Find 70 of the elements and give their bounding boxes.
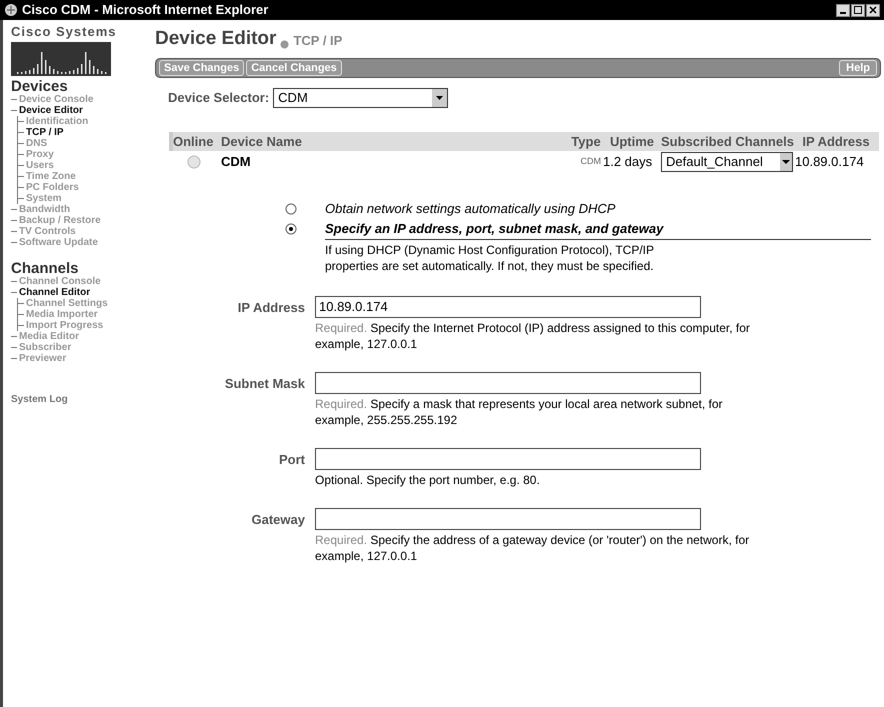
- ip-address: 10.89.0.174: [794, 152, 865, 171]
- options-help-text: If using DHCP (Dynamic Host Configuration Protocol), TCP/IP properties are set automatically. If not, they must be specified.: [325, 242, 655, 274]
- section-title: Channels: [11, 262, 80, 276]
- section-title: Devices: [11, 80, 69, 94]
- radio-label: Obtain network settings automatically using DHCP: [325, 200, 616, 218]
- input-field[interactable]: [315, 508, 701, 530]
- maximize-button[interactable]: [851, 4, 865, 16]
- close-icon: [869, 6, 877, 14]
- sidebar-item[interactable]: Channel Settings: [26, 298, 108, 308]
- help-button[interactable]: Help: [839, 60, 877, 76]
- window-title: Cisco CDM - Microsoft Internet Explorer: [22, 1, 268, 20]
- field-help-text: Required. Specify a mask that represents your local area network subnet, for example, 255.255.255.192: [315, 396, 724, 428]
- sidebar-item[interactable]: PC Folders: [26, 182, 79, 192]
- toolbar-button[interactable]: Cancel Changes: [246, 60, 342, 76]
- sidebar-item[interactable]: Backup / Restore: [19, 214, 101, 226]
- page-title: Device Editor: [155, 27, 276, 51]
- radio-button[interactable]: [285, 202, 297, 214]
- input-field[interactable]: 10.89.0.174: [315, 296, 701, 318]
- sidebar-item[interactable]: Import Progress: [26, 320, 104, 330]
- sidebar-item[interactable]: Media Importer: [26, 308, 98, 320]
- field-label: IP Address: [236, 298, 306, 316]
- sidebar-item[interactable]: Time Zone: [26, 170, 76, 182]
- field-help-text: Required. Specify the Internet Protocol (IP) address assigned to this computer, for example, 127.0.0.1: [315, 320, 751, 352]
- column-header: IP Address: [801, 132, 871, 150]
- column-header: Subscribed Channels: [661, 132, 793, 150]
- field-label: Port: [278, 450, 306, 468]
- sidebar-item[interactable]: Device Console: [19, 94, 94, 104]
- page-subtitle: TCP / IP: [293, 32, 342, 50]
- sidebar-item[interactable]: Device Editor: [19, 104, 83, 116]
- field-label: Subnet Mask: [224, 374, 306, 392]
- toolbar-button[interactable]: Save Changes: [159, 60, 244, 76]
- sidebar-item[interactable]: Identification: [26, 116, 88, 126]
- maximize-icon: [854, 6, 862, 14]
- sidebar-item[interactable]: Channel Editor: [19, 286, 90, 298]
- column-header: Device Name: [221, 132, 303, 150]
- field-help-text: Required. Specify the address of a gateway device (or 'router') on the network, for example, 127.0.0.1: [315, 532, 750, 564]
- sidebar-item[interactable]: Users: [26, 160, 54, 170]
- device-name: CDM: [221, 152, 252, 171]
- sidebar-item[interactable]: Bandwidth: [19, 204, 70, 214]
- sidebar-item[interactable]: TCP / IP: [26, 126, 64, 138]
- system-log-link[interactable]: System Log: [11, 392, 148, 406]
- browser-icon: [4, 3, 18, 17]
- sidebar-item[interactable]: Subscriber: [19, 342, 72, 352]
- radio-label: Specify an IP address, port, subnet mask, and gateway: [325, 220, 664, 238]
- field-help-text: Optional. Specify the port number, e.g. 80.: [315, 472, 541, 488]
- sidebar-item[interactable]: Previewer: [19, 352, 66, 364]
- channel-dropdown[interactable]: Default_Channel: [661, 152, 793, 172]
- column-header: Type: [570, 132, 602, 151]
- device-type: CDM: [580, 154, 602, 168]
- sidebar-item[interactable]: Software Update: [19, 236, 98, 248]
- sidebar-item[interactable]: Media Editor: [19, 330, 80, 342]
- sidebar-item[interactable]: TV Controls: [19, 226, 76, 236]
- input-field[interactable]: [315, 372, 701, 394]
- logo-text: Cisco Systems: [11, 23, 118, 41]
- sidebar-item[interactable]: Channel Console: [19, 276, 101, 286]
- bullet-icon: [280, 40, 290, 48]
- logo-icon: [11, 42, 111, 76]
- column-header: Online: [173, 132, 214, 150]
- uptime: 1.2 days: [603, 152, 654, 171]
- sidebar-item[interactable]: DNS: [26, 138, 48, 148]
- input-field[interactable]: [315, 448, 701, 470]
- close-button[interactable]: [866, 4, 880, 16]
- device-selector-dropdown[interactable]: CDM: [273, 88, 448, 108]
- minimize-button[interactable]: [836, 4, 850, 16]
- sidebar-item[interactable]: System: [26, 192, 62, 204]
- radio-button[interactable]: [285, 222, 297, 234]
- field-label: Gateway: [250, 510, 306, 529]
- sidebar-item[interactable]: Proxy: [26, 148, 54, 160]
- column-header: Uptime: [608, 132, 656, 151]
- device-selector-label: Device Selector:: [168, 88, 270, 107]
